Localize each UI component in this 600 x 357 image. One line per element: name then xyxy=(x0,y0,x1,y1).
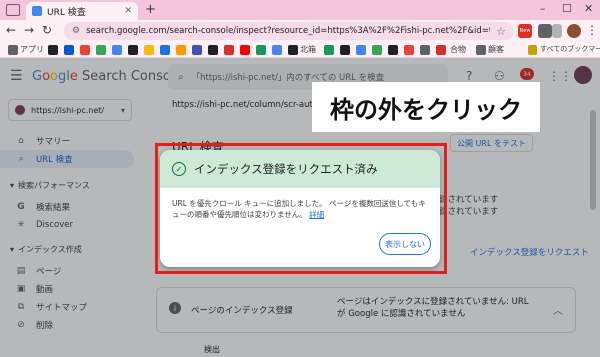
tab-title: URL 検査 xyxy=(47,7,86,18)
bookmark-icon[interactable] xyxy=(64,45,74,55)
new-tab-icon[interactable]: + xyxy=(145,2,156,17)
bookmark-apps[interactable]: アプリ xyxy=(20,44,44,55)
address-url[interactable]: search.google.com/search-console/inspect… xyxy=(86,26,490,36)
bookmark-icon[interactable] xyxy=(404,45,414,55)
close-tab-icon[interactable]: ✕ xyxy=(124,6,132,16)
all-bookmarks[interactable]: すべてのブックマーク xyxy=(540,44,600,54)
bookmark-icon[interactable] xyxy=(112,45,122,55)
maximize-icon[interactable]: ☐ xyxy=(562,2,572,15)
bookmark-icon[interactable] xyxy=(436,45,446,55)
close-window-icon[interactable]: ✕ xyxy=(584,2,593,15)
bookmark-icon[interactable] xyxy=(356,45,366,55)
extensions-icon[interactable] xyxy=(538,24,552,38)
bookmark-icon[interactable] xyxy=(476,45,486,55)
bookmark-icon[interactable] xyxy=(324,45,334,55)
instruction-overlay: 枠の外をクリック xyxy=(312,82,540,132)
bookmark-icon[interactable] xyxy=(240,45,250,55)
side-panel-icon[interactable] xyxy=(552,24,562,38)
bookmark-star-icon[interactable]: ☆ xyxy=(496,25,506,38)
folder-icon[interactable] xyxy=(528,45,537,55)
new-extension-icon[interactable]: New xyxy=(518,24,532,38)
bookmark-icon[interactable] xyxy=(272,45,282,55)
bookmark-icon[interactable] xyxy=(224,45,234,55)
bookmark-icon[interactable] xyxy=(288,45,298,55)
bookmark-icon[interactable] xyxy=(128,45,138,55)
menu-icon[interactable]: ⋮ xyxy=(586,23,598,37)
bookmark-keiei[interactable]: 顧客 xyxy=(488,44,504,55)
bookmark-icon[interactable] xyxy=(192,45,202,55)
bookmark-kitaku[interactable]: 北箱 xyxy=(300,44,316,55)
back-icon[interactable]: ← xyxy=(6,23,16,37)
highlight-frame xyxy=(155,143,447,274)
address-bar[interactable]: ⚙ search.google.com/search-console/inspe… xyxy=(64,22,514,40)
reload-icon[interactable]: ↻ xyxy=(42,23,52,37)
bookmark-icon[interactable] xyxy=(340,45,350,55)
tab-bar: URL 検査 ✕ + – ☐ ✕ xyxy=(0,0,600,20)
bookmark-icon[interactable] xyxy=(48,45,58,55)
apps-icon[interactable] xyxy=(8,45,18,55)
tab-search-icon[interactable] xyxy=(6,4,20,16)
profile-avatar[interactable] xyxy=(567,24,581,38)
bookmark-icon[interactable] xyxy=(372,45,382,55)
bookmark-icon[interactable] xyxy=(96,45,106,55)
site-info-icon[interactable]: ⚙ xyxy=(72,26,80,36)
bookmarks-bar: アプリ 北箱 合物 顧客 すべてのブックマーク xyxy=(0,42,600,58)
minimize-icon[interactable]: – xyxy=(540,2,546,15)
bookmark-icon[interactable] xyxy=(388,45,398,55)
bookmark-icon[interactable] xyxy=(420,45,430,55)
bookmark-icon[interactable] xyxy=(160,45,170,55)
toolbar: ← → ↻ ⚙ search.google.com/search-console… xyxy=(0,20,600,42)
bookmark-icon[interactable] xyxy=(176,45,186,55)
bookmark-icon[interactable] xyxy=(144,45,154,55)
forward-icon[interactable]: → xyxy=(24,23,34,37)
bookmark-icon[interactable] xyxy=(208,45,218,55)
bookmark-icon[interactable] xyxy=(80,45,90,55)
bookmark-icon[interactable] xyxy=(256,45,266,55)
browser-tab[interactable]: URL 検査 ✕ xyxy=(26,2,138,20)
search-console-favicon-icon xyxy=(32,6,42,16)
bookmark-goumono[interactable]: 合物 xyxy=(450,44,466,55)
